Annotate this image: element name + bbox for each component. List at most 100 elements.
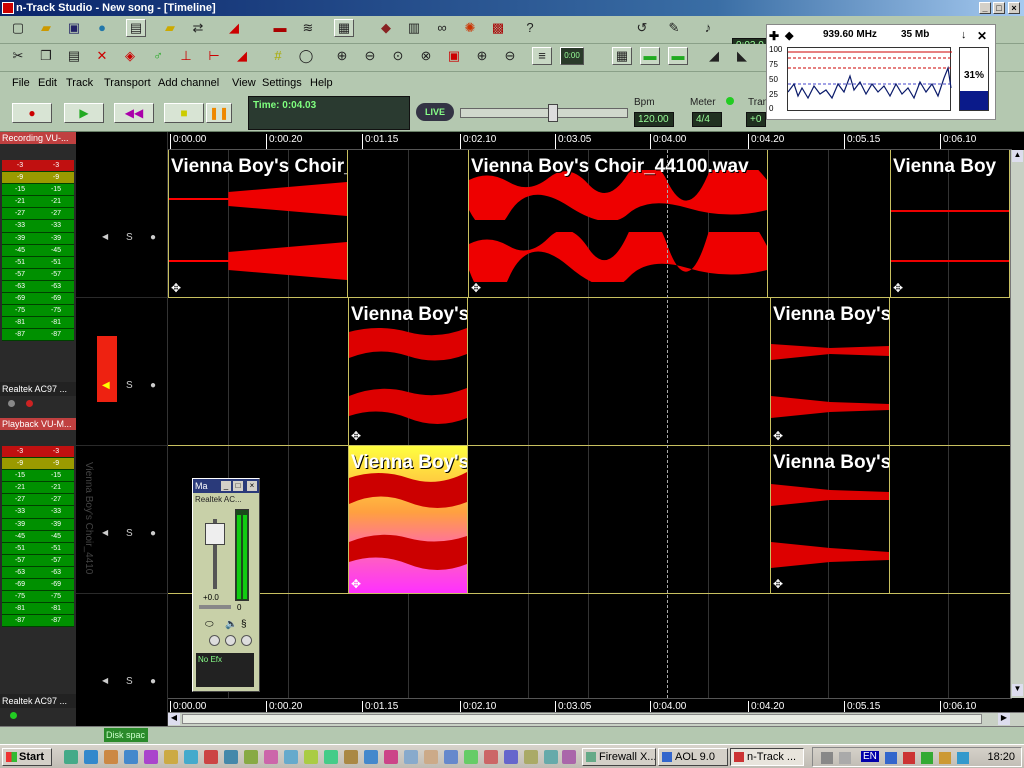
scroll-up-icon[interactable]: ▲ [1012,150,1023,162]
transpose-field[interactable]: +0 [746,112,766,127]
menu-help[interactable]: Help [310,77,333,89]
mute-dot-icon[interactable]: ● [150,676,156,687]
move-handle-icon[interactable]: ✥ [471,281,481,295]
task-firewall[interactable]: Firewall X... [582,748,656,766]
pin-icon[interactable]: ✚ [769,29,779,43]
green-track-icon[interactable]: ▬ [640,47,660,65]
record-arm-icon[interactable]: ⬭ [205,619,214,630]
menu-edit[interactable]: Edit [38,77,57,89]
fade-icon[interactable]: ◢ [232,47,252,65]
delete-icon[interactable]: ✕ [92,47,112,65]
copy-icon[interactable]: ❐ [36,47,56,65]
move-handle-icon[interactable]: ✥ [351,577,361,591]
menu-file[interactable]: File [12,77,30,89]
move-handle-icon[interactable]: ✥ [171,281,181,295]
mixer-maximize-icon[interactable]: □ [233,481,243,491]
maximize-button[interactable]: □ [993,2,1005,14]
zoom-track-icon[interactable]: ⊕ [472,47,492,65]
move-handle-icon[interactable]: ✥ [773,577,783,591]
tray-icon[interactable] [821,752,833,764]
speaker-icon[interactable]: ◀ [102,528,108,537]
close-button[interactable]: × [1008,2,1020,14]
audio-clip[interactable]: Vienna Boy's Choir_44100.wav ✥ [168,150,348,297]
erase-icon[interactable]: ◈ [120,47,140,65]
quicklaunch-icon[interactable] [364,750,378,764]
track-header-2[interactable]: ◀ S ● [76,298,168,446]
trim-icon[interactable]: ⊢ [204,47,224,65]
zoom-fit-icon[interactable]: ⊙ [388,47,408,65]
quicklaunch-icon[interactable] [164,750,178,764]
lcd-display-icon[interactable]: 0:00 [560,47,584,65]
pause-button[interactable]: ❚❚ [206,103,232,123]
scroll-thumb[interactable] [182,714,982,724]
task-ntrack[interactable]: n-Track ... [730,748,804,766]
audio-clip[interactable]: Vienna Boy's Choir_441 ✥ [770,298,890,445]
save-icon[interactable]: ▣ [64,19,84,37]
rewind-button[interactable]: ◀◀ [114,103,154,123]
speaker-icon[interactable]: ◀ [102,676,108,685]
tray-icon[interactable] [885,752,897,764]
menu-transport[interactable]: Transport [104,77,151,89]
track-icon[interactable]: ▬ [270,19,290,37]
loop-icon[interactable]: ↺ [632,19,652,37]
quicklaunch-icon[interactable] [84,750,98,764]
quicklaunch-icon[interactable] [244,750,258,764]
menu-add-channel[interactable]: Add channel [158,77,219,89]
quicklaunch-icon[interactable] [344,750,358,764]
playhead-cursor[interactable] [667,150,668,698]
move-handle-icon[interactable]: ✥ [893,281,903,295]
position-slider-thumb[interactable] [548,104,558,122]
knob-3[interactable] [241,635,252,646]
quicklaunch-icon[interactable] [464,750,478,764]
scroll-left-icon[interactable]: ◀ [168,713,180,725]
zoom-all-icon[interactable]: ⊖ [500,47,520,65]
scroll-right-icon[interactable]: ▶ [998,713,1010,725]
start-button[interactable]: Start [2,748,52,766]
split-icon[interactable]: ⊥ [176,47,196,65]
play-button[interactable]: ▶ [64,103,104,123]
tray-icon[interactable] [939,752,951,764]
cube-icon[interactable]: ◆ [376,19,396,37]
tray-icon[interactable] [921,752,933,764]
new-file-icon[interactable]: ▢ [8,19,28,37]
quicklaunch-icon[interactable] [144,750,158,764]
mute-dot-icon[interactable]: ● [150,380,156,391]
quicklaunch-icon[interactable] [504,750,518,764]
quicklaunch-icon[interactable] [324,750,338,764]
globe-icon[interactable]: ● [92,19,112,37]
audio-clip[interactable]: Vienna Boy's Choir_44100.wav ✥ [468,150,768,297]
quicklaunch-icon[interactable] [484,750,498,764]
quicklaunch-icon[interactable] [264,750,278,764]
paste-icon[interactable]: ▤ [64,47,84,65]
time-ruler-top[interactable]: 0:00.00 0:00.20 0:01.15 0:02.10 0:03.05 0:04.… [168,132,1012,150]
menu-view[interactable]: View [232,77,256,89]
tray-icon[interactable] [957,752,969,764]
effects-slot[interactable]: No Efx [196,653,254,687]
speaker-icon[interactable]: ◀ [102,380,110,391]
move-handle-icon[interactable]: ✥ [351,429,361,443]
solo-button[interactable]: S [126,528,133,539]
lasso-icon[interactable]: ◯ [296,47,316,65]
tuner-icon[interactable]: ✎ [664,19,684,37]
quicklaunch-icon[interactable] [204,750,218,764]
rec-arm-icon[interactable] [26,400,33,407]
quicklaunch-icon[interactable] [444,750,458,764]
quicklaunch-icon[interactable] [64,750,78,764]
mixer-minimize-icon[interactable]: _ [221,481,231,491]
export-icon[interactable]: ⇄ [188,19,208,37]
menu-settings[interactable]: Settings [262,77,302,89]
piano-icon[interactable]: ▥ [404,19,424,37]
quicklaunch-icon[interactable] [224,750,238,764]
close-cpu-icon[interactable]: ✕ [977,29,987,43]
mixer-close-icon[interactable]: × [247,481,257,491]
grid-icon[interactable]: # [268,47,288,65]
quicklaunch-icon[interactable] [184,750,198,764]
knob-2[interactable] [225,635,236,646]
quicklaunch-icon[interactable] [104,750,118,764]
quicklaunch-icon[interactable] [304,750,318,764]
quicklaunch-icon[interactable] [524,750,538,764]
horizontal-scrollbar[interactable]: ◀ ▶ [168,712,1024,726]
zoom-in-icon[interactable]: ⊕ [332,47,352,65]
quicklaunch-icon[interactable] [424,750,438,764]
language-indicator[interactable]: EN [861,751,879,762]
